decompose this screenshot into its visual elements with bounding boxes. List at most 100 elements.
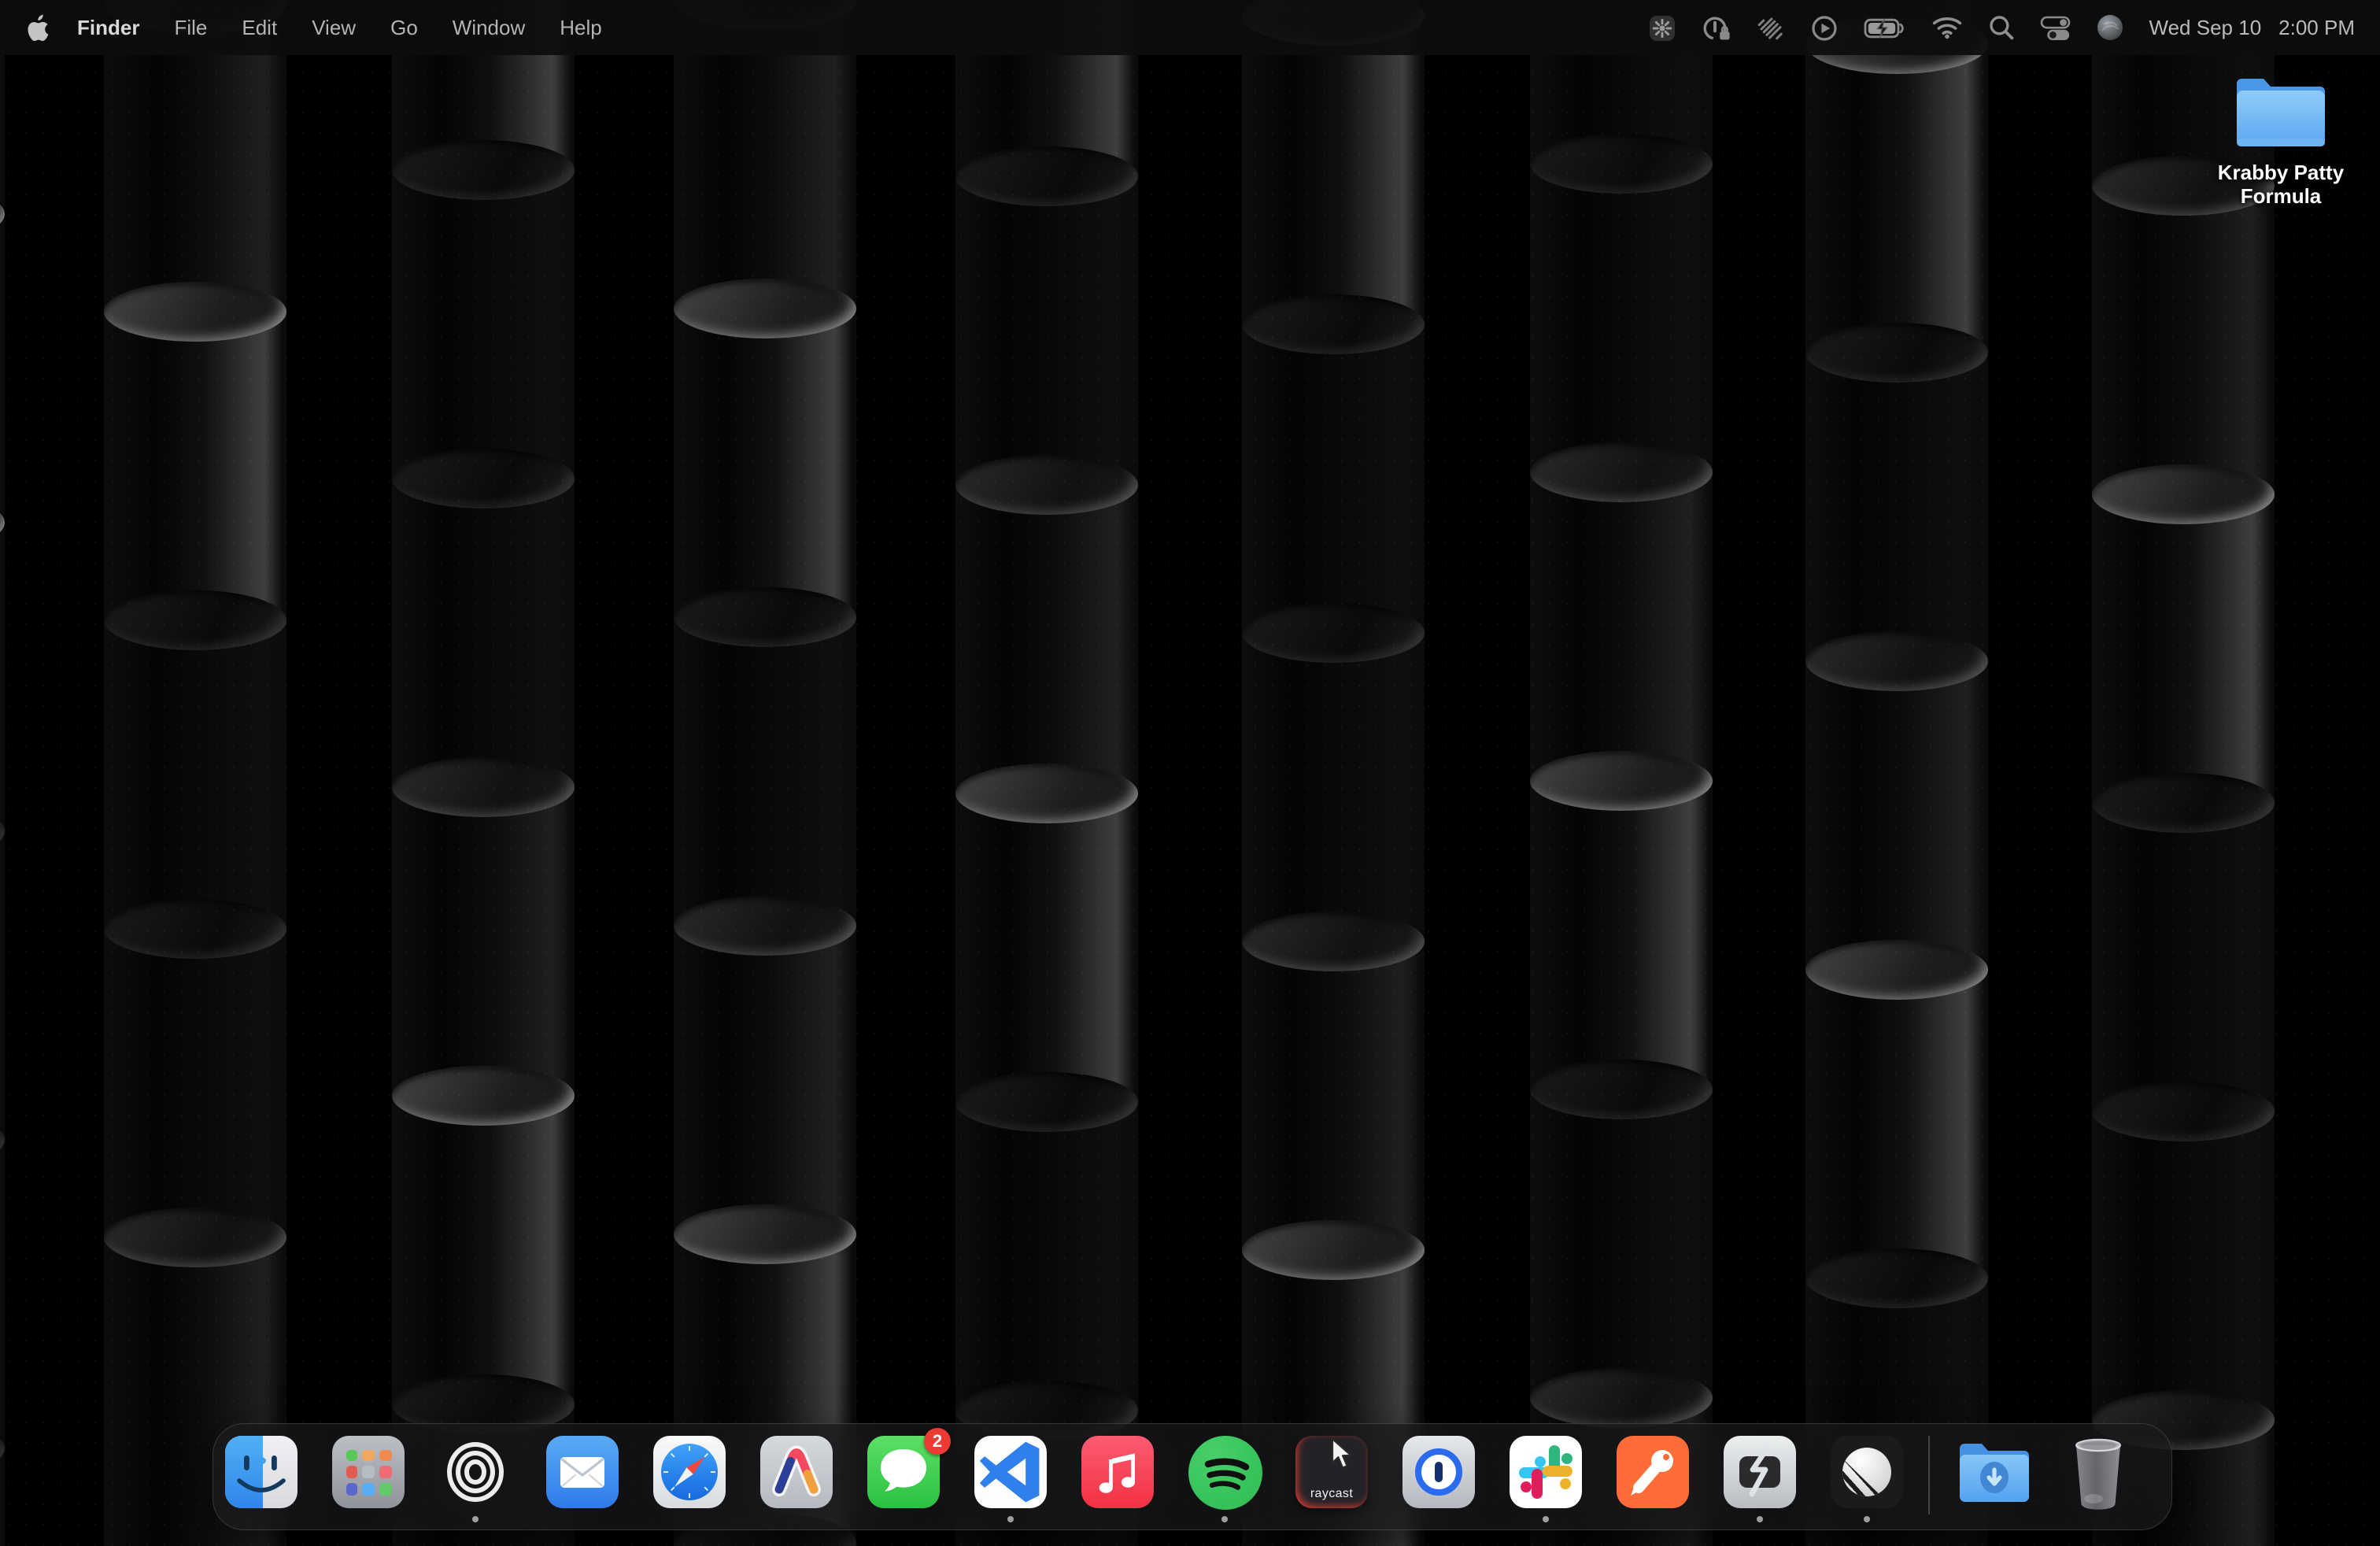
dock-item-spotify[interactable] [1188,1436,1261,1508]
wallpaper-column [104,0,286,1546]
wallpaper-cylinder [0,1448,5,1546]
dock-item-zed[interactable] [1724,1436,1796,1508]
wallpaper [0,0,2380,1546]
wallpaper-cylinder [1805,661,1988,971]
wallpaper-cylinder [2092,186,2275,496]
menu-bar: Finder File Edit View Go Window Help [0,0,2380,55]
wifi-icon[interactable] [1932,16,1964,39]
wallpaper-cylinder [674,309,856,619]
dock-item-1password[interactable] [1402,1436,1475,1508]
menu-bar-time: 2:00 PM [2278,16,2355,39]
keyhole-ring-icon [1415,1448,1462,1496]
striped-sphere-icon [1842,1448,1891,1496]
wallpaper-column [1530,0,1713,1546]
wallpaper-cylinder [1242,941,1425,1252]
dock-item-vscode[interactable] [974,1436,1047,1508]
menu-view[interactable]: View [294,16,373,39]
wallpaper-cylinder [0,1140,5,1450]
wallpaper-cylinder [392,479,575,789]
wallpaper-cylinder [1805,353,1988,663]
wallpaper-cylinder [1805,970,1988,1280]
menu-window[interactable]: Window [435,16,543,39]
desktop-folder-krabby-patty-formula[interactable]: Krabby Patty Formula [2186,72,2375,209]
starburst-icon [1649,13,1677,42]
dock-item-postman[interactable] [1617,1436,1689,1508]
messages-unread-badge: 2 [924,1428,951,1455]
dock-item-launchpad[interactable] [332,1436,405,1508]
now-playing-menu-extra-icon[interactable] [1811,13,1839,42]
menu-finder[interactable]: Finder [49,16,157,39]
wallpaper-cylinder [674,926,856,1236]
search-icon [1989,14,2016,41]
wallpaper-column [1242,0,1425,1546]
menu-bar-left: Finder File Edit View Go Window Help [25,13,619,42]
menu-edit[interactable]: Edit [224,16,294,39]
battery-icon [1864,17,1907,39]
toggles-icon [2041,15,2072,40]
hatched-icon [1757,13,1786,42]
wallpaper-cylinder [2092,803,2275,1113]
music-note-icon [1081,1436,1154,1508]
dock-item-finder[interactable] [225,1436,298,1508]
dock-item-downloads-folder[interactable] [1955,1436,2034,1508]
siri-orb-icon [2097,14,2124,41]
starburst-menu-extra-icon[interactable] [1649,13,1677,42]
compass-icon [653,1436,726,1508]
wallpaper-cylinder [104,620,286,930]
wallpaper-cylinder [1242,324,1425,634]
spotlight-search-icon[interactable] [1989,14,2016,41]
apple-menu[interactable] [25,13,49,42]
apple-icon [25,13,49,42]
wallpaper-cylinder [0,831,5,1141]
postman-astronaut-icon [1617,1436,1689,1508]
wallpaper-cylinder [0,523,5,833]
desktop-screen: Finder File Edit View Go Window Help [0,0,2380,1546]
wallpaper-cylinder [674,617,856,927]
folder-icon [2232,72,2330,151]
dock-item-slack[interactable] [1510,1436,1582,1508]
dock-item-safari[interactable] [653,1436,726,1508]
wallpaper-cylinder [104,929,286,1239]
raycast-label: raycast [1295,1486,1368,1500]
wallpaper-column [392,0,575,1546]
siri-icon[interactable] [2097,14,2124,41]
menu-file[interactable]: File [157,16,224,39]
wallpaper-cylinder [1242,16,1425,326]
wallpaper-cylinder [1530,472,1713,782]
power-lock-icon [1702,13,1732,42]
wallpaper-cylinder [1530,781,1713,1091]
wallpaper-cylinder [104,312,286,622]
vscode-logo-icon [974,1436,1047,1508]
wallpaper-cylinder [392,787,575,1097]
wallpaper-cylinder [392,170,575,480]
wallpaper-cylinder [392,1096,575,1406]
wallpaper-cylinder [955,485,1138,795]
wallpaper-cylinder [955,1102,1138,1412]
dock-item-trash[interactable] [2068,1436,2128,1508]
wallpaper-column [0,0,5,1546]
dock-item-messages[interactable]: 2 [867,1436,940,1508]
arrow-cursor-icon [1330,1437,1354,1470]
wallpaper-column [2092,0,2275,1546]
dock-item-concentric-circles-app[interactable] [439,1436,512,1508]
play-circle-icon [1811,13,1839,42]
dock-item-apple-music[interactable] [1081,1436,1154,1508]
launchpad-grid-icon [346,1449,391,1495]
wallpaper-column [955,0,1138,1546]
dock-divider [1928,1436,1930,1515]
dock-item-mail[interactable] [546,1436,619,1508]
battery-charging-icon[interactable] [1864,17,1907,39]
wifi-arcs-icon [1932,16,1964,39]
hatched-privacy-menu-extra-icon[interactable] [1757,13,1786,42]
wallpaper-column [674,0,856,1546]
menu-help[interactable]: Help [542,16,619,39]
screen-lock-menu-extra-icon[interactable] [1702,13,1732,42]
menu-go[interactable]: Go [373,16,435,39]
dock-item-linear[interactable] [1831,1436,1903,1508]
dock-item-arc-browser[interactable] [760,1436,833,1508]
wallpaper-cylinder [955,793,1138,1104]
arc-a-icon [760,1436,833,1508]
control-center-icon[interactable] [2041,15,2072,40]
menu-bar-clock[interactable]: Wed Sep 10 2:00 PM [2149,16,2355,39]
wallpaper-cylinder [1530,164,1713,474]
